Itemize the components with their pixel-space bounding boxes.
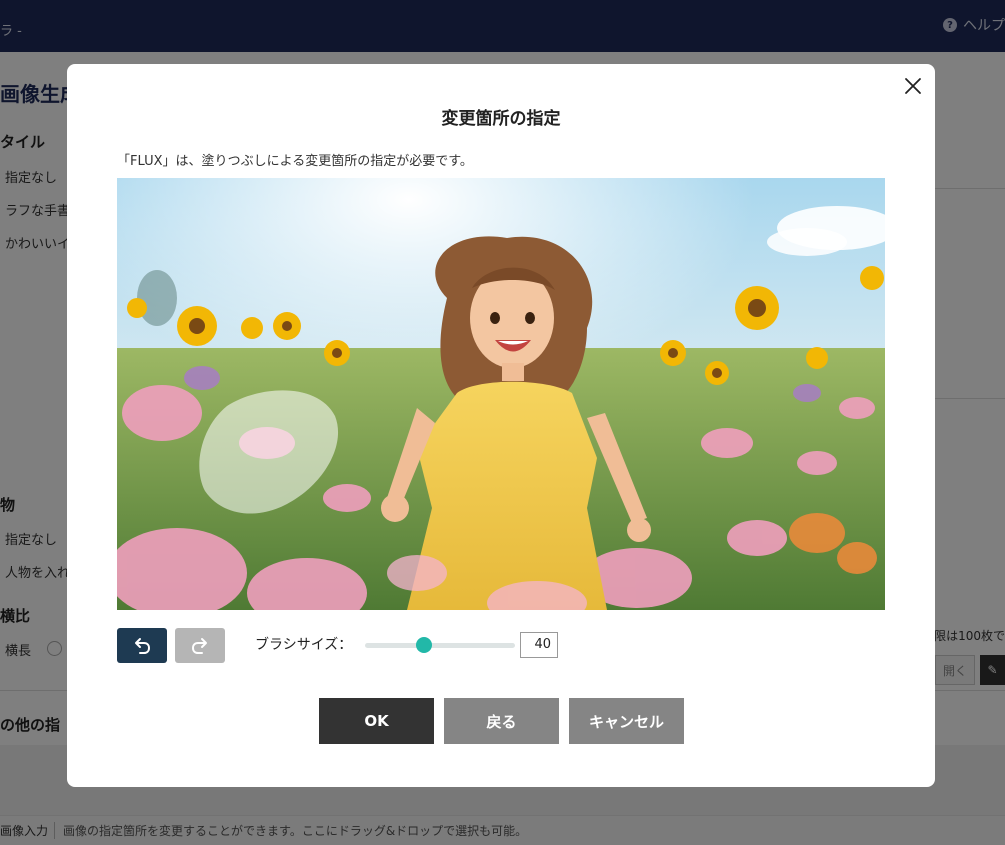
undo-icon (135, 637, 151, 654)
cancel-button[interactable]: キャンセル (569, 698, 684, 744)
brush-size-slider[interactable] (365, 643, 515, 648)
mask-canvas[interactable] (117, 178, 885, 610)
redo-icon (191, 637, 207, 654)
mask-edit-dialog: 変更箇所の指定 「FLUX」は、塗りつぶしによる変更箇所の指定が必要です。 ブラ… (67, 64, 935, 787)
close-button[interactable] (903, 76, 923, 96)
brush-mask-stroke (199, 390, 339, 514)
dialog-description: 「FLUX」は、塗りつぶしによる変更箇所の指定が必要です。 (117, 154, 473, 169)
brush-size-input[interactable]: 40 (520, 632, 558, 658)
brush-size-slider-thumb[interactable] (416, 637, 433, 653)
brush-size-label: ブラシサイズ： (255, 637, 353, 653)
back-button[interactable]: 戻る (444, 698, 559, 744)
redo-button[interactable] (175, 628, 225, 663)
undo-button[interactable] (117, 628, 167, 663)
ok-button[interactable]: OK (319, 698, 434, 744)
dialog-title: 変更箇所の指定 (441, 109, 561, 129)
close-icon (905, 78, 921, 94)
